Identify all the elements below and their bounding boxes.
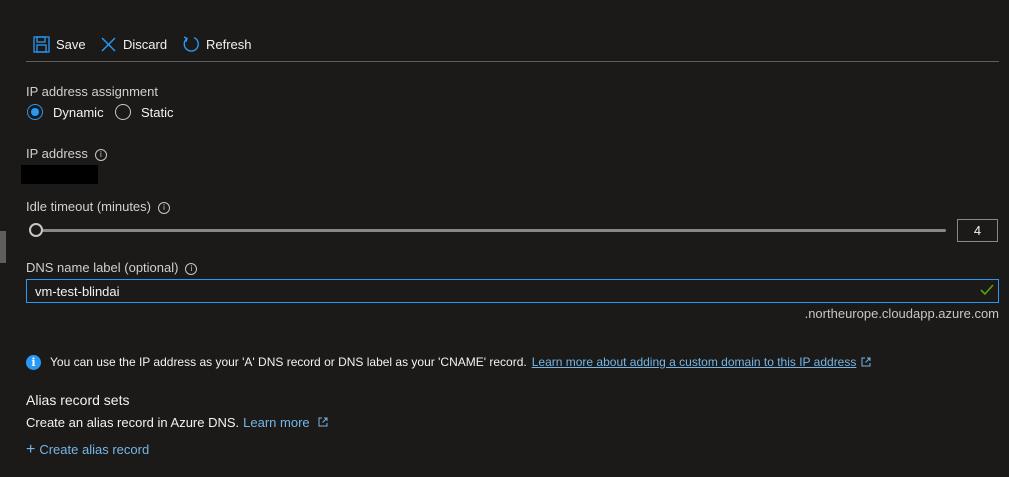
panel-resize-handle[interactable] bbox=[0, 231, 6, 263]
info-icon[interactable]: i bbox=[158, 202, 170, 214]
info-icon[interactable]: i bbox=[94, 149, 107, 161]
custom-domain-learn-more-link[interactable]: Learn more about adding a custom domain … bbox=[532, 355, 857, 369]
ip-address-label-row: IP address i bbox=[26, 146, 107, 161]
discard-button[interactable]: Discard bbox=[100, 33, 167, 55]
radio-static-label: Static bbox=[141, 104, 174, 120]
info-banner-text: You can use the IP address as your 'A' D… bbox=[50, 355, 527, 369]
radio-static[interactable]: Static bbox=[115, 102, 174, 122]
alias-section-title: Alias record sets bbox=[26, 392, 130, 408]
ip-address-value-redacted bbox=[21, 165, 98, 184]
idle-timeout-value[interactable]: 4 bbox=[957, 219, 998, 242]
close-icon bbox=[101, 37, 116, 51]
radio-static-indicator[interactable] bbox=[115, 104, 131, 120]
info-circle-icon: i bbox=[26, 354, 41, 370]
save-button[interactable]: Save bbox=[33, 33, 86, 55]
refresh-icon bbox=[183, 36, 199, 52]
dns-label-row: DNS name label (optional) i bbox=[26, 260, 198, 275]
alias-description-row: Create an alias record in Azure DNS. Lear… bbox=[26, 415, 328, 430]
idle-timeout-label-row: Idle timeout (minutes) i bbox=[26, 199, 170, 214]
radio-dynamic-label: Dynamic bbox=[53, 104, 104, 120]
create-alias-record-button[interactable]: + Create alias record bbox=[26, 440, 150, 458]
plus-icon: + bbox=[26, 440, 36, 458]
checkmark-icon bbox=[980, 284, 994, 296]
idle-timeout-slider-track[interactable] bbox=[36, 229, 946, 232]
discard-label: Discard bbox=[123, 36, 168, 52]
save-label: Save bbox=[56, 36, 86, 52]
alias-learn-more-link[interactable]: Learn more bbox=[243, 415, 309, 430]
save-icon bbox=[33, 35, 50, 53]
radio-dynamic[interactable]: Dynamic bbox=[27, 102, 104, 122]
external-link-icon bbox=[861, 357, 871, 367]
dns-label-label: DNS name label (optional) bbox=[26, 260, 179, 275]
ip-assignment-label: IP address assignment bbox=[26, 84, 158, 99]
create-alias-label: Create alias record bbox=[39, 442, 150, 457]
toolbar-divider bbox=[26, 61, 999, 62]
ip-address-label: IP address bbox=[26, 146, 88, 161]
refresh-label: Refresh bbox=[206, 36, 252, 52]
idle-timeout-label: Idle timeout (minutes) bbox=[26, 199, 151, 214]
info-icon[interactable]: i bbox=[185, 263, 198, 275]
dns-name-input[interactable] bbox=[26, 279, 999, 303]
dns-suffix: .northeurope.cloudapp.azure.com bbox=[804, 306, 999, 321]
refresh-button[interactable]: Refresh bbox=[182, 33, 252, 55]
info-banner: i You can use the IP address as your 'A'… bbox=[26, 353, 871, 371]
idle-timeout-slider-thumb[interactable] bbox=[29, 223, 43, 237]
external-link-icon bbox=[318, 417, 328, 427]
radio-dynamic-indicator[interactable] bbox=[27, 104, 43, 120]
alias-description: Create an alias record in Azure DNS. bbox=[26, 415, 240, 430]
